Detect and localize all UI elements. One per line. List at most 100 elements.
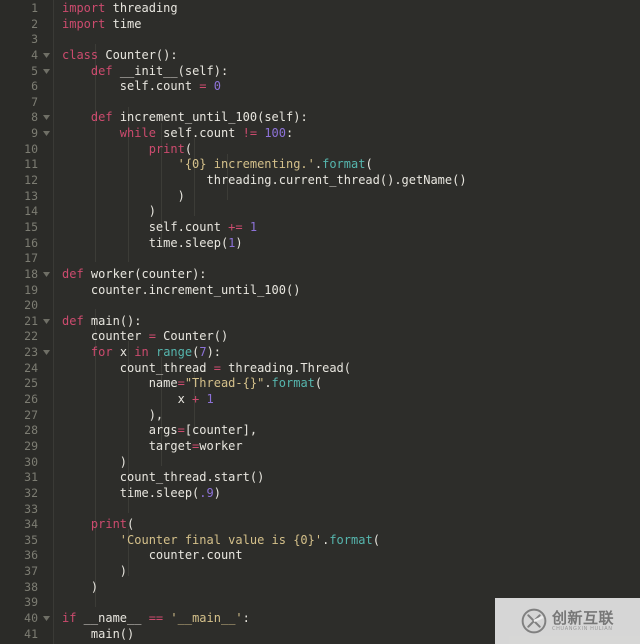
line-number[interactable]: 3 — [0, 32, 54, 48]
line-number[interactable]: 15 — [0, 220, 54, 236]
line-number[interactable]: 1 — [0, 1, 54, 17]
line-number[interactable]: 8 — [0, 110, 54, 126]
line-number[interactable]: 26 — [0, 392, 54, 408]
code-line[interactable]: print( — [62, 517, 640, 533]
code-line[interactable]: ) — [62, 189, 640, 205]
code-line[interactable]: main() — [62, 627, 640, 643]
line-number[interactable]: 40 — [0, 611, 54, 627]
line-number[interactable]: 2 — [0, 17, 54, 33]
code-line[interactable] — [62, 95, 640, 111]
token-op: = — [177, 376, 185, 391]
code-content-area[interactable]: import threading import time class Counte… — [54, 0, 640, 644]
code-line[interactable]: self.count += 1 — [62, 220, 640, 236]
code-line[interactable] — [62, 502, 640, 518]
line-number[interactable]: 6 — [0, 79, 54, 95]
line-number[interactable]: 31 — [0, 470, 54, 486]
line-number[interactable]: 21 — [0, 314, 54, 330]
code-line[interactable]: import time — [62, 17, 640, 33]
code-line[interactable]: threading.current_thread().getName() — [62, 173, 640, 189]
line-number[interactable]: 4 — [0, 48, 54, 64]
code-line[interactable]: time.sleep(.9) — [62, 486, 640, 502]
code-line[interactable]: def increment_until_100(self): — [62, 110, 640, 126]
line-number[interactable]: 18 — [0, 267, 54, 283]
code-line[interactable]: ) — [62, 564, 640, 580]
code-line[interactable]: for x in range(7): — [62, 345, 640, 361]
line-number[interactable]: 9 — [0, 126, 54, 142]
line-number-gutter[interactable]: 1 2 3 4 5 6 7 8 9 10 11 12 13 14 15 16 17 18 19 20 21 22 23 24 2… — [0, 0, 54, 644]
fold-arrow-icon[interactable] — [41, 314, 51, 330]
fold-arrow-icon[interactable] — [41, 345, 51, 361]
line-number[interactable]: 7 — [0, 95, 54, 111]
code-line[interactable] — [62, 298, 640, 314]
fold-arrow-icon[interactable] — [41, 611, 51, 627]
code-line[interactable]: counter.count — [62, 548, 640, 564]
line-number[interactable]: 5 — [0, 64, 54, 80]
code-line[interactable]: while self.count != 100: — [62, 126, 640, 142]
code-line[interactable]: def __init__(self): — [62, 64, 640, 80]
token-plain: : — [242, 610, 250, 625]
code-line[interactable] — [62, 595, 640, 611]
code-line[interactable]: ) — [62, 580, 640, 596]
code-line[interactable]: ), — [62, 408, 640, 424]
code-line[interactable]: '{0} incrementing.'.format( — [62, 157, 640, 173]
code-line[interactable]: time.sleep(1) — [62, 236, 640, 252]
line-number[interactable]: 13 — [0, 189, 54, 205]
line-number[interactable]: 23 — [0, 345, 54, 361]
code-line[interactable]: print( — [62, 142, 640, 158]
fold-arrow-icon[interactable] — [41, 126, 51, 142]
fold-arrow-icon[interactable] — [41, 64, 51, 80]
code-line[interactable]: counter.increment_until_100() — [62, 283, 640, 299]
code-line[interactable]: self.count = 0 — [62, 79, 640, 95]
line-number[interactable]: 38 — [0, 580, 54, 596]
code-line[interactable]: import threading — [62, 1, 640, 17]
fold-arrow-icon[interactable] — [41, 267, 51, 283]
line-number[interactable]: 16 — [0, 236, 54, 252]
line-number[interactable]: 22 — [0, 329, 54, 345]
code-line[interactable]: def worker(counter): — [62, 267, 640, 283]
line-number[interactable]: 12 — [0, 173, 54, 189]
line-number[interactable]: 10 — [0, 142, 54, 158]
line-number[interactable]: 24 — [0, 361, 54, 377]
code-line[interactable] — [62, 32, 640, 48]
line-number[interactable]: 30 — [0, 455, 54, 471]
code-line[interactable]: count_thread = threading.Thread( — [62, 361, 640, 377]
code-line[interactable]: ) — [62, 455, 640, 471]
line-number[interactable]: 27 — [0, 408, 54, 424]
line-number[interactable]: 36 — [0, 548, 54, 564]
fold-arrow-icon[interactable] — [41, 48, 51, 64]
line-number[interactable]: 17 — [0, 251, 54, 267]
code-line[interactable]: name="Thread-{}".format( — [62, 376, 640, 392]
line-number[interactable]: 35 — [0, 533, 54, 549]
code-line[interactable]: x + 1 — [62, 392, 640, 408]
line-number[interactable]: 41 — [0, 627, 54, 643]
code-line[interactable]: class Counter(): — [62, 48, 640, 64]
line-number[interactable]: 32 — [0, 486, 54, 502]
line-number[interactable]: 29 — [0, 439, 54, 455]
code-line[interactable]: counter = Counter() — [62, 329, 640, 345]
code-editor[interactable]: 1 2 3 4 5 6 7 8 9 10 11 12 13 14 15 16 17 18 19 20 21 22 23 24 2… — [0, 0, 640, 644]
line-number[interactable]: 37 — [0, 564, 54, 580]
code-line[interactable]: if __name__ == '__main__': — [62, 611, 640, 627]
line-number[interactable]: 28 — [0, 423, 54, 439]
fold-arrow-icon[interactable] — [41, 110, 51, 126]
code-line[interactable]: count_thread.start() — [62, 470, 640, 486]
token-plain: args — [62, 423, 178, 438]
line-number[interactable]: 20 — [0, 298, 54, 314]
line-number[interactable]: 14 — [0, 204, 54, 220]
code-line[interactable]: 'Counter final value is {0}'.format( — [62, 533, 640, 549]
code-line[interactable]: target=worker — [62, 439, 640, 455]
line-number[interactable]: 11 — [0, 157, 54, 173]
code-line[interactable]: args=[counter], — [62, 423, 640, 439]
line-number[interactable]: 33 — [0, 502, 54, 518]
code-line[interactable]: ) — [62, 204, 640, 220]
code-line[interactable] — [62, 251, 640, 267]
code-line[interactable]: def main(): — [62, 314, 640, 330]
line-number[interactable]: 25 — [0, 376, 54, 392]
line-number[interactable]: 39 — [0, 595, 54, 611]
line-number[interactable]: 34 — [0, 517, 54, 533]
token-plain: count_thread — [62, 360, 214, 375]
line-number[interactable]: 19 — [0, 283, 54, 299]
token-plain: time.sleep( — [62, 235, 229, 250]
